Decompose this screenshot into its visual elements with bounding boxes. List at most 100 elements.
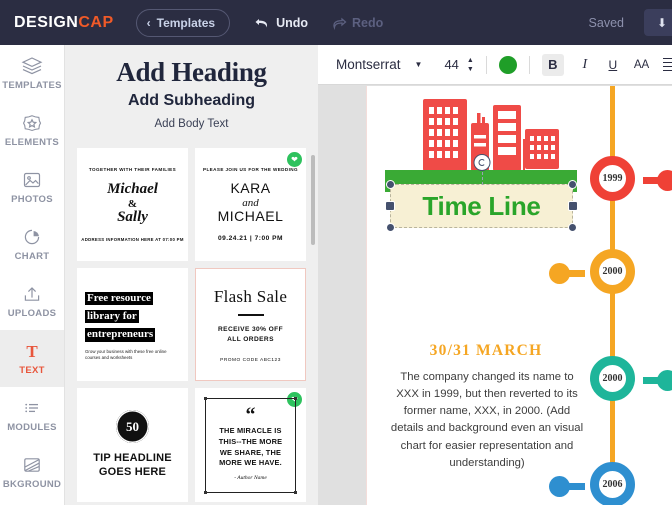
undo-label: Undo — [276, 15, 309, 30]
number-badge: 50 — [116, 410, 149, 444]
template-card-free-resource-library[interactable]: Free resource library for entrepreneurs … — [77, 268, 188, 382]
card-promo-code: PROMO CODE ABC123 — [220, 357, 281, 363]
download-icon: ⬇ — [656, 15, 668, 30]
timeline-node-year: 2000 — [602, 373, 623, 384]
timeline-knob-2 — [549, 263, 570, 284]
list-icon — [21, 398, 43, 418]
templates-button-label: Templates — [156, 15, 216, 30]
add-heading-preset[interactable]: Add Heading — [65, 57, 318, 88]
timeline-body-1[interactable]: The company changed its name to XXX in 1… — [389, 369, 585, 472]
card-hl1: Free resource — [85, 291, 153, 306]
timeline-date-1[interactable]: 30/31 MARCH — [391, 342, 581, 360]
italic-button[interactable]: I — [576, 57, 594, 73]
template-card-tip-headline[interactable]: 50 TIP HEADLINE GOES HERE — [77, 388, 188, 502]
card-and: and — [242, 196, 259, 209]
timeline-node-year: 2000 — [602, 266, 623, 277]
card-hl2: library for — [85, 310, 139, 324]
sidebar-label-elements: ELEMENTS — [4, 137, 60, 148]
text-color-swatch[interactable] — [498, 55, 517, 74]
text-templates-panel: Add Heading Add Subheading Add Body Text… — [65, 45, 318, 505]
timeline-node-2000-a[interactable]: 2000 — [590, 249, 635, 294]
design-canvas[interactable]: Time Line 30/31 MARCH The company change… — [366, 86, 672, 505]
card-footer: ADDRESS INFORMATION HERE AT 07:00 PM — [81, 237, 184, 243]
background-icon — [21, 455, 43, 475]
card-line1: Michael — [107, 180, 158, 197]
template-card-miracle-quote[interactable]: ❤ “ THE MIRACLE IS THIS--THE MORE WE SHA… — [195, 388, 306, 502]
letter-case-button[interactable]: AA — [634, 59, 649, 71]
card-line2: Sally — [117, 208, 148, 225]
text-align-button[interactable] — [663, 57, 672, 72]
add-subheading-preset[interactable]: Add Subheading — [65, 92, 318, 110]
badge-star-icon — [21, 113, 43, 133]
text-format-toolbar: Montserrat ▼ 44 ▲ ▼ B I U AA — [318, 45, 672, 85]
bold-button[interactable]: B — [541, 53, 564, 76]
card-ampersand: & — [127, 197, 138, 210]
download-button[interactable]: ⬇ — [644, 9, 672, 36]
timeline-spine — [610, 86, 615, 505]
timeline-node-year: 2006 — [602, 479, 623, 490]
canvas-title-text[interactable]: Time Line — [391, 185, 572, 227]
template-card-wedding-kara-michael[interactable]: ❤ PLEASE JOIN US FOR THE WEDDING KARA an… — [195, 148, 306, 262]
timeline-node-2000-b[interactable]: 2000 — [590, 356, 635, 401]
toolbar-divider — [528, 55, 530, 74]
sidebar-label-bkground: BKGROUND — [2, 479, 62, 490]
card-quote: THE MIRACLE IS THIS--THE MORE WE SHARE, … — [218, 426, 283, 468]
sidebar-label-templates: TEMPLATES — [2, 80, 62, 91]
template-card-flash-sale[interactable]: Flash Sale RECEIVE 30% OFF ALL ORDERS PR… — [195, 268, 306, 382]
timeline-node-1999[interactable]: 1999 — [590, 156, 635, 201]
quote-frame: “ THE MIRACLE IS THIS--THE MORE WE SHARE… — [203, 396, 297, 494]
font-size-input[interactable]: 44 — [444, 57, 458, 72]
sidebar-item-text[interactable]: T TEXT — [0, 330, 64, 387]
favorite-heart-icon[interactable]: ❤ — [287, 152, 302, 167]
template-card-wedding-michael-sally[interactable]: TOGETHER WITH THEIR FAMILIES Michael & S… — [77, 148, 188, 262]
resize-handle-left[interactable] — [385, 201, 395, 211]
resize-handle-bottom-left[interactable] — [386, 223, 395, 232]
templates-button[interactable]: ‹ Templates — [135, 8, 231, 37]
card-hl3: entrepreneurs — [85, 328, 156, 342]
top-header-bar: DESIGN CAP ‹ Templates Undo Redo Saved ⬇ — [0, 0, 672, 45]
resize-handle-top-right[interactable] — [568, 180, 577, 189]
chevron-down-icon[interactable]: ▼ — [415, 60, 423, 69]
logo-text-cap: CAP — [78, 13, 114, 31]
sidebar-item-bkground[interactable]: BKGROUND — [0, 444, 64, 501]
rotate-handle[interactable] — [473, 154, 490, 171]
sidebar-item-chart[interactable]: CHART — [0, 216, 64, 273]
chevron-left-icon: ‹ — [146, 15, 151, 30]
sidebar-item-photos[interactable]: PHOTOS — [0, 159, 64, 216]
app-logo[interactable]: DESIGN CAP — [14, 14, 114, 32]
text-template-grid: TOGETHER WITH THEIR FAMILIES Michael & S… — [65, 148, 318, 502]
layers-icon — [21, 56, 43, 76]
redo-button[interactable]: Redo — [330, 16, 383, 30]
sidebar-label-text: TEXT — [19, 365, 45, 376]
resize-handle-bottom-right[interactable] — [568, 223, 577, 232]
city-skyline-illustration — [413, 95, 525, 178]
card-subtext: Grow your business with these free onlin… — [85, 348, 167, 361]
stepper-down-icon: ▼ — [466, 65, 474, 73]
sidebar-item-templates[interactable]: TEMPLATES — [0, 45, 64, 102]
underline-button[interactable]: U — [604, 58, 622, 72]
logo-text-design: DESIGN — [14, 13, 79, 31]
sidebar-item-elements[interactable]: ELEMENTS — [0, 102, 64, 159]
redo-label: Redo — [352, 15, 384, 30]
sidebar-item-modules[interactable]: MODULES — [0, 387, 64, 444]
timeline-knob-1 — [657, 170, 672, 191]
card-footer: 09.24.21 | 7:00 PM — [217, 235, 284, 242]
letter-t-icon: T — [21, 341, 43, 361]
font-family-select[interactable]: Montserrat — [336, 57, 401, 72]
sidebar-label-uploads: UPLOADS — [7, 308, 57, 319]
undo-button[interactable]: Undo — [254, 16, 308, 30]
font-size-stepper[interactable]: ▲ ▼ — [467, 57, 474, 73]
resize-handle-top-left[interactable] — [386, 180, 395, 189]
resize-handle-right[interactable] — [568, 201, 578, 211]
add-body-text-preset[interactable]: Add Body Text — [65, 118, 318, 130]
sidebar-label-modules: MODULES — [7, 422, 57, 433]
timeline-knob-3 — [657, 370, 672, 391]
card-line1: TIP HEADLINE — [93, 452, 172, 465]
panel-scrollbar-thumb[interactable] — [311, 155, 315, 245]
selected-text-element[interactable]: Time Line — [385, 154, 578, 232]
sidebar-item-uploads[interactable]: UPLOADS — [0, 273, 64, 330]
timeline-node-2006[interactable]: 2006 — [590, 462, 635, 505]
stepper-up-icon: ▲ — [466, 56, 474, 64]
card-line1: RECEIVE 30% OFF — [218, 325, 283, 333]
quote-mark-icon: “ — [245, 404, 256, 427]
